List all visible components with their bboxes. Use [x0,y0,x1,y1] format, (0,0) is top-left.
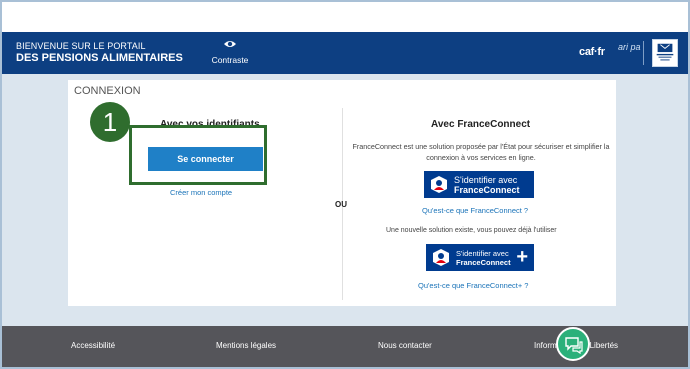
franceconnect-plus-line2: FranceConnect [456,258,511,267]
contrast-toggle[interactable]: Contraste [206,39,254,65]
section-title: CONNEXION [74,85,141,97]
login-card: CONNEXION Avec vos identifiants 1 Se con… [68,80,616,306]
footer-link-legal[interactable]: Mentions légales [216,341,276,350]
plus-icon: + [516,246,528,268]
footer-link-contact[interactable]: Nous contacter [378,341,432,350]
top-blank-strip [2,2,688,32]
create-account-link[interactable]: Créer mon compte [170,188,232,197]
franceconnect-title: Avec FranceConnect [431,119,531,130]
franceconnect-button[interactable]: S'identifier avec FranceConnect [424,171,534,198]
footer-link-accessibility[interactable]: Accessibilité [71,341,115,350]
new-solution-note: Une nouvelle solution existe, vous pouve… [386,227,557,234]
franceconnect-plus-button[interactable]: S'identifier avec FranceConnect + [426,244,534,271]
connect-button[interactable]: Se connecter [148,147,263,171]
site-header: BIENVENUE SUR LE PORTAIL DES PENSIONS AL… [2,32,688,74]
franceconnect-button-line2: FranceConnect [454,185,520,195]
aripa-logo[interactable]: ari pa [618,43,641,52]
or-separator: OU [335,200,347,209]
chat-button[interactable] [556,327,590,361]
portal-welcome: BIENVENUE SUR LE PORTAIL [16,41,146,51]
step-badge: 1 [90,102,130,142]
portal-title[interactable]: DES PENSIONS ALIMENTAIRES [16,52,183,64]
chat-bubble-icon [565,337,583,354]
franceconnect-logo-icon [433,249,449,266]
what-is-franceconnect-plus-link[interactable]: Qu'est-ce que FranceConnect+ ? [418,281,528,290]
contrast-label: Contraste [211,55,249,65]
franceconnect-button-line1: S'identifier avec [454,175,518,185]
franceconnect-plus-line1: S'identifier avec [456,249,509,258]
eye-icon [224,41,236,47]
caf-logo[interactable]: caf·fr [579,46,605,58]
franceconnect-logo-icon [431,176,447,193]
marianne-logo-icon [652,39,678,67]
what-is-franceconnect-link[interactable]: Qu'est-ce que FranceConnect ? [422,206,528,215]
header-separator [643,41,644,65]
franceconnect-description: FranceConnect est une solution proposée … [352,142,610,162]
